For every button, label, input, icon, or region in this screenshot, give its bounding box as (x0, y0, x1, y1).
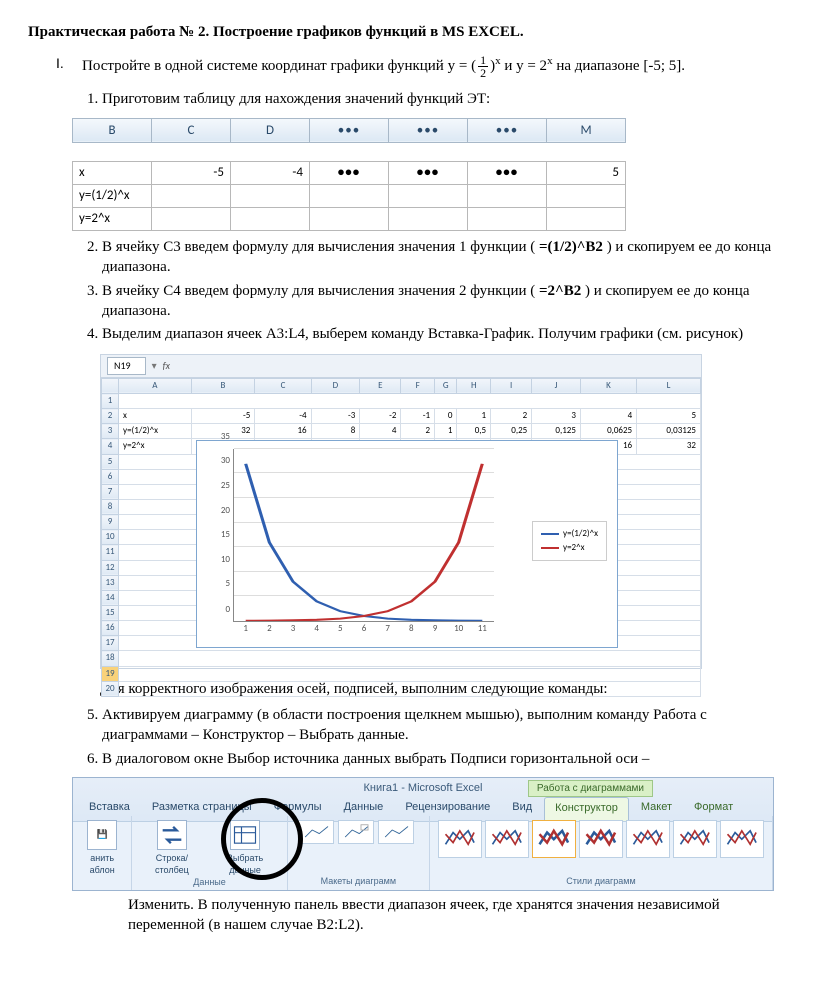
step-3: В ячейку С4 введем формулу для вычислени… (102, 281, 788, 322)
save-icon: 💾 (87, 820, 117, 850)
style-option[interactable] (673, 820, 717, 858)
select-data-button[interactable]: Выбрать данные (211, 820, 278, 876)
col-C: C (152, 118, 231, 143)
group-styles-label: Стили диаграмм (566, 875, 635, 887)
col-D: D (231, 118, 310, 143)
steps-list-top: Приготовим таблицу для нахождения значен… (72, 89, 788, 109)
steps-list-234: В ячейку С3 введем формулу для вычислени… (72, 237, 788, 344)
step-1: Приготовим таблицу для нахождения значен… (102, 89, 788, 109)
style-option[interactable] (720, 820, 764, 858)
plot-area: 0 5 10 15 20 25 30 35 1 2 3 4 5 6 7 8 9 … (233, 449, 494, 622)
switch-row-column-button[interactable]: Строка/столбец (140, 820, 203, 876)
col-ellipsis: ••• (468, 118, 547, 143)
name-box[interactable]: N19 (107, 357, 146, 375)
step-2: В ячейку С3 введем формулу для вычислени… (102, 237, 788, 278)
layout-option[interactable] (338, 820, 374, 844)
style-option[interactable] (438, 820, 482, 858)
context-tab-header: Работа с диаграммами (528, 780, 653, 798)
eq1: y = (12)x (448, 58, 505, 74)
task-text-a: Постройте в одной системе координат граф… (82, 58, 448, 74)
chart-lines (234, 449, 494, 621)
step-6: В диалоговом окне Выбор источника данных… (102, 749, 788, 769)
chart-layouts-gallery[interactable] (298, 820, 418, 844)
row-y1: y=(1/2)^x (73, 185, 626, 208)
embedded-chart[interactable]: 0 5 10 15 20 25 30 35 1 2 3 4 5 6 7 8 9 … (196, 440, 618, 648)
group-data-label: Данные (193, 876, 226, 888)
task-text-c: на диапазоне [-5; 5]. (556, 58, 685, 74)
layout-option[interactable] (298, 820, 334, 844)
style-option[interactable] (532, 820, 576, 858)
task-text-b: и (504, 58, 516, 74)
eq2: y = 2x (516, 58, 556, 74)
row-y2: y=2^x (73, 208, 626, 231)
task-roman: I. Постройте в одной системе координат г… (56, 54, 788, 79)
roman-num: I. (56, 54, 82, 79)
col-ellipsis: ••• (310, 118, 389, 143)
step-6-cont: Изменить. В полученную панель ввести диа… (128, 895, 788, 936)
dropdown-icon[interactable]: ▾ (152, 359, 157, 373)
step-5: Активируем диаграмму (в области построен… (102, 705, 788, 746)
style-option[interactable] (579, 820, 623, 858)
switch-icon (157, 820, 187, 850)
layout-option[interactable] (378, 820, 414, 844)
save-template-button[interactable]: 💾 анитьаблон (87, 820, 117, 876)
fx-icon[interactable]: fx (163, 359, 170, 373)
row-x: x -5 -4 ••• ••• ••• 5 (73, 162, 626, 185)
page-title: Практическая работа № 2. Построение граф… (28, 22, 788, 42)
chart-legend: y=(1/2)^x y=2^x (532, 521, 607, 561)
col-ellipsis: ••• (389, 118, 468, 143)
chart-styles-gallery[interactable] (438, 820, 764, 858)
excel-screenshot-chart: N19 ▾ fx ABC DEF GHI JKL 1 2 x-5-4-3-2-1… (100, 354, 702, 669)
style-option[interactable] (626, 820, 670, 858)
header-row: B C D ••• ••• ••• M (73, 118, 626, 143)
steps-list-56: Активируем диаграмму (в области построен… (72, 705, 788, 769)
excel-ribbon-screenshot: Книга1 - Microsoft Excel Работа с диагра… (72, 777, 774, 891)
excel-table-template: B C D ••• ••• ••• M x -5 -4 ••• ••• ••• … (72, 118, 626, 232)
col-M: M (547, 118, 626, 143)
style-option[interactable] (485, 820, 529, 858)
select-data-icon (230, 820, 260, 850)
col-B: B (73, 118, 152, 143)
group-layouts-label: Макеты диаграмм (321, 875, 396, 887)
step-4: Выделим диапазон ячеек А3:L4, выберем ко… (102, 324, 788, 344)
window-title: Книга1 - Microsoft Excel (364, 782, 483, 794)
